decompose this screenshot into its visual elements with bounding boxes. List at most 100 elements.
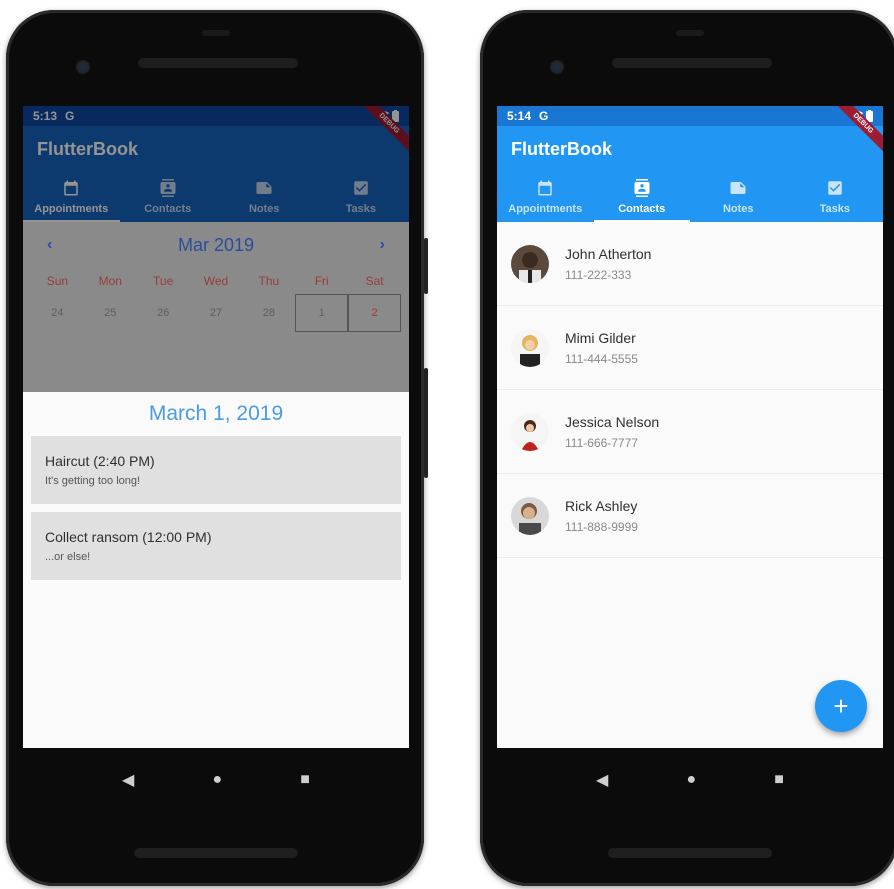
status-time: 5:14 — [507, 109, 532, 123]
appointment-item[interactable]: Collect ransom (12:00 PM) ...or else! — [31, 512, 401, 580]
avatar — [511, 412, 549, 451]
tab-contacts[interactable]: Contacts — [593, 172, 691, 222]
back-button[interactable]: ◀ — [596, 770, 608, 790]
weekday-label: Fri — [314, 274, 329, 288]
appointment-title: Haircut (2:40 PM) — [45, 453, 155, 469]
tab-tasks[interactable]: Tasks — [313, 172, 410, 222]
tab-notes[interactable]: Notes — [216, 172, 313, 222]
tab-appointments[interactable]: Appointments — [23, 172, 120, 222]
contacts-icon — [160, 179, 176, 197]
contact-row[interactable]: Mimi Gilder 111-444-5555 — [497, 306, 883, 390]
tab-label: Notes — [248, 203, 280, 215]
calendar-day[interactable]: 25 — [84, 294, 137, 332]
home-button[interactable]: ● — [212, 771, 222, 789]
app-header: 5:13 G DEBUG FlutterBook Appointments Co… — [23, 106, 409, 222]
tab-label: Notes — [722, 203, 754, 215]
earpiece-speaker — [612, 58, 772, 68]
avatar — [511, 496, 549, 535]
selected-date: March 1, 2019 — [148, 402, 284, 425]
left-phone: 5:13 G DEBUG FlutterBook Appointments Co… — [6, 10, 428, 886]
calendar-icon — [64, 180, 78, 196]
weekday-row: Sun Mon Tue Wed Thu Fri Sat — [23, 268, 409, 294]
calendar-day[interactable]: 26 — [137, 294, 190, 332]
recents-button[interactable]: ■ — [300, 771, 310, 789]
tab-bar: Appointments Contacts Notes Tasks — [23, 172, 409, 222]
checkbox-icon — [828, 181, 842, 195]
contact-phone: 111-222-333 — [565, 267, 632, 282]
contact-phone: 111-888-9999 — [565, 519, 638, 534]
tab-label: Contacts — [618, 203, 666, 215]
debug-banner: DEBUG — [823, 106, 883, 166]
bottom-sheet: March 1, 2019 Haircut (2:40 PM) It's get… — [23, 392, 409, 748]
top-slit — [676, 30, 704, 36]
weekday-label: Tue — [153, 274, 174, 288]
google-icon: G — [539, 109, 549, 123]
contact-name: Jessica Nelson — [565, 413, 660, 430]
google-icon: G — [65, 109, 75, 123]
weekday-label: Sat — [365, 274, 384, 288]
app-header: 5:14 G DEBUG FlutterBook Appointments Co… — [497, 106, 883, 222]
bottom-speaker — [608, 848, 772, 858]
appointment-description: ...or else! — [45, 551, 91, 563]
tab-label: Appointments — [34, 203, 109, 215]
calendar-header: ‹ Mar 2019 › — [23, 222, 409, 268]
contact-row[interactable]: John Atherton 111-222-333 — [497, 222, 883, 306]
right-screen: 5:14 G DEBUG FlutterBook Appointments Co… — [497, 106, 883, 748]
contact-phone: 111-666-7777 — [565, 435, 638, 450]
earpiece-speaker — [138, 58, 298, 68]
calendar-day[interactable]: 24 — [31, 294, 84, 332]
avatar — [511, 328, 549, 367]
top-slit — [202, 30, 230, 36]
tab-label: Tasks — [819, 203, 850, 215]
front-camera — [552, 62, 562, 72]
weekday-label: Sun — [46, 274, 69, 288]
left-screen: 5:13 G DEBUG FlutterBook Appointments Co… — [23, 106, 409, 748]
contacts-list: John Atherton 111-222-333 Mimi Gilder 11… — [497, 222, 883, 558]
tab-tasks[interactable]: Tasks — [787, 172, 884, 222]
tab-label: Contacts — [144, 203, 192, 215]
debug-label: DEBUG — [356, 106, 409, 156]
appointment-item[interactable]: Haircut (2:40 PM) It's getting too long! — [31, 436, 401, 504]
system-nav-bar: ◀ ● ■ — [23, 748, 409, 812]
calendar-day[interactable]: 27 — [190, 294, 243, 332]
recents-button[interactable]: ■ — [774, 771, 784, 789]
bottom-speaker — [134, 848, 298, 858]
calendar-dimmed: ‹ Mar 2019 › Sun Mon Tue Wed Thu Fri Sat… — [23, 222, 409, 392]
tab-label: Appointments — [508, 203, 583, 215]
tab-contacts[interactable]: Contacts — [120, 172, 217, 222]
calendar-icon — [538, 180, 552, 196]
note-icon — [730, 182, 746, 194]
calendar-month: Mar 2019 — [177, 234, 255, 255]
weekday-label: Thu — [258, 274, 280, 288]
contact-name: John Atherton — [565, 245, 652, 262]
power-button — [424, 368, 428, 478]
note-icon — [256, 182, 272, 194]
calendar-day[interactable]: 28 — [242, 294, 295, 332]
volume-button — [424, 238, 428, 294]
home-button[interactable]: ● — [686, 771, 696, 789]
days-row: 24 25 26 27 28 1 2 — [23, 294, 409, 332]
avatar — [511, 244, 549, 283]
tab-appointments[interactable]: Appointments — [497, 172, 594, 222]
front-camera — [78, 62, 88, 72]
checkbox-icon — [354, 181, 368, 195]
tab-notes[interactable]: Notes — [690, 172, 787, 222]
contacts-icon — [634, 179, 650, 197]
contact-row[interactable]: Rick Ashley 111-888-9999 — [497, 474, 883, 558]
weekday-label: Wed — [203, 274, 229, 288]
debug-banner: DEBUG — [349, 106, 409, 166]
next-month-button[interactable]: › — [380, 236, 385, 254]
prev-month-button[interactable]: ‹ — [47, 236, 52, 254]
contact-phone: 111-444-5555 — [565, 351, 638, 366]
contact-row[interactable]: Jessica Nelson 111-666-7777 — [497, 390, 883, 474]
tab-bar: Appointments Contacts Notes Tasks — [497, 172, 883, 222]
tab-label: Tasks — [345, 203, 376, 215]
right-phone: 5:14 G DEBUG FlutterBook Appointments Co… — [480, 10, 894, 886]
calendar-day[interactable]: 2 — [348, 294, 401, 332]
contact-name: Rick Ashley — [565, 497, 638, 514]
calendar-day-selected[interactable]: 1 — [295, 294, 348, 332]
add-contact-button[interactable]: + — [815, 680, 867, 732]
system-nav-bar: ◀ ● ■ — [497, 748, 883, 812]
back-button[interactable]: ◀ — [122, 770, 134, 790]
weekday-label: Mon — [98, 274, 122, 288]
